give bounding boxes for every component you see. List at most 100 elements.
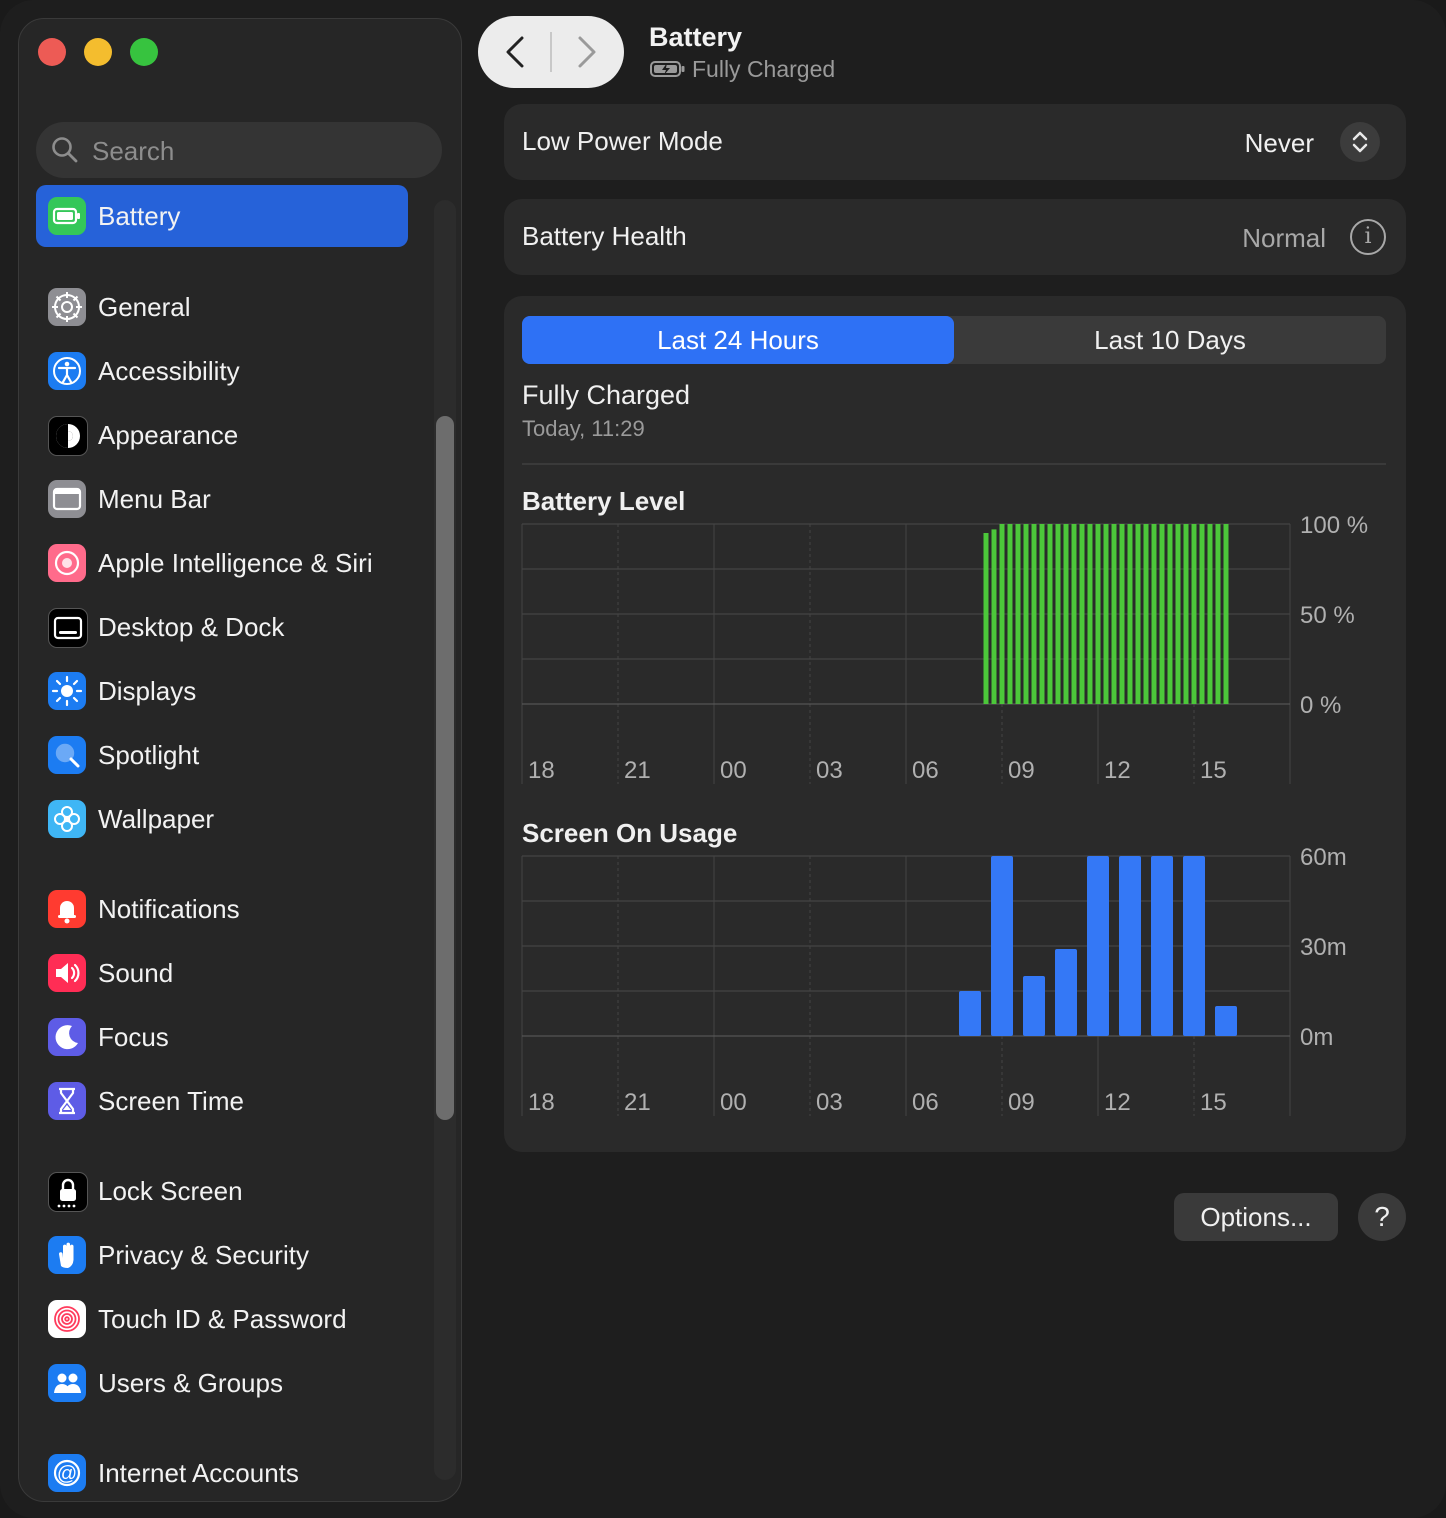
battery-bar <box>1079 524 1085 704</box>
usage-bar <box>991 856 1013 1036</box>
y-tick-label: 60m <box>1300 848 1347 871</box>
battery-bar <box>1111 524 1117 704</box>
battery-health-label: Battery Health <box>522 221 687 251</box>
gear-icon <box>48 288 86 326</box>
usage-bar <box>1119 856 1141 1036</box>
y-tick-label: 100 % <box>1300 516 1368 539</box>
speaker-icon <box>48 954 86 992</box>
sidebar-item-label: Screen Time <box>98 1086 244 1116</box>
range-segmented-control: Last 24 Hours Last 10 Days <box>522 316 1386 364</box>
battery-bar <box>1127 524 1133 704</box>
x-tick-label: 18 <box>528 757 555 784</box>
zoom-button[interactable] <box>130 38 158 66</box>
sidebar-item-label: Spotlight <box>98 740 200 770</box>
battery-bar <box>999 524 1005 704</box>
battery-bar <box>1087 524 1093 704</box>
battery-bar <box>1103 524 1109 704</box>
magnifier-icon <box>48 736 86 774</box>
sidebar-item-label: Battery <box>98 201 181 231</box>
low-power-label: Low Power Mode <box>522 126 723 156</box>
sidebar-item-apple-intelligence-siri[interactable]: Apple Intelligence & Siri <box>36 532 408 594</box>
search-placeholder: Search <box>92 136 175 166</box>
battery-level-chart: 100 % 50 % 0 % 18 21 00 03 06 09 12 15 <box>521 516 1368 784</box>
y-tick-label: 0 % <box>1300 692 1341 719</box>
info-button[interactable]: i <box>1350 219 1386 255</box>
tab-last-24-hours[interactable]: Last 24 Hours <box>522 316 954 364</box>
sidebar-item-sound[interactable]: Sound <box>36 942 408 1004</box>
x-tick-label: 15 <box>1200 1089 1227 1116</box>
svg-text:@: @ <box>57 1463 77 1485</box>
close-button[interactable] <box>38 38 66 66</box>
sidebar-item-label: Displays <box>98 676 197 706</box>
battery-bar <box>1007 524 1013 704</box>
search-field[interactable]: Search <box>36 122 442 178</box>
help-button[interactable]: ? <box>1358 1193 1406 1241</box>
sidebar-item-users-groups[interactable]: Users & Groups <box>36 1352 408 1414</box>
charge-status-time: Today, 11:29 <box>522 416 645 441</box>
minimize-button[interactable] <box>84 38 112 66</box>
flower-icon <box>48 800 86 838</box>
forward-button[interactable] <box>552 16 624 88</box>
usage-bar <box>1151 856 1173 1036</box>
options-button[interactable]: Options... <box>1174 1193 1338 1241</box>
battery-bar <box>1095 524 1101 704</box>
chevron-left-icon <box>506 36 524 68</box>
moon-icon <box>48 1018 86 1056</box>
sun-icon <box>48 672 86 710</box>
battery-health-card: Battery Health Normal i <box>504 199 1406 275</box>
sidebar-item-privacy-security[interactable]: Privacy & Security <box>36 1224 408 1286</box>
battery-health-value: Normal <box>1242 223 1326 253</box>
charge-status: Fully Charged <box>522 380 691 410</box>
x-tick-label: 03 <box>816 757 843 784</box>
up-down-chevron-icon <box>1352 131 1368 153</box>
low-power-value[interactable]: Never <box>1245 128 1314 159</box>
sidebar-item-notifications[interactable]: Notifications <box>36 878 408 940</box>
sidebar-item-focus[interactable]: Focus <box>36 1006 408 1068</box>
chevron-right-icon <box>578 36 596 68</box>
sidebar-item-label: General <box>98 292 191 322</box>
sidebar-item-appearance[interactable]: Appearance <box>36 404 408 466</box>
sidebar-item-lock-screen[interactable]: Lock Screen <box>36 1160 408 1222</box>
battery-bar <box>1159 524 1165 704</box>
menu-bar-icon <box>48 480 86 518</box>
sidebar-item-displays[interactable]: Displays <box>36 660 408 722</box>
hourglass-icon <box>48 1082 86 1120</box>
x-tick-label: 00 <box>720 1089 747 1116</box>
at-icon: @ <box>48 1454 86 1492</box>
sidebar-item-spotlight[interactable]: Spotlight <box>36 724 408 786</box>
low-power-popup[interactable] <box>1340 122 1380 162</box>
battery-bar <box>1175 524 1181 704</box>
battery-bar <box>1223 524 1229 704</box>
battery-bar <box>1151 524 1157 704</box>
low-power-card: Low Power Mode Never <box>504 104 1406 180</box>
usage-bar <box>1023 976 1045 1036</box>
sidebar-item-accessibility[interactable]: Accessibility <box>36 340 408 402</box>
x-tick-label: 15 <box>1200 757 1227 784</box>
sidebar-item-internet-accounts[interactable]: @ Internet Accounts <box>36 1442 408 1504</box>
battery-bar <box>1215 524 1221 704</box>
sidebar-item-desktop-dock[interactable]: Desktop & Dock <box>36 596 408 658</box>
battery-bar <box>1071 524 1077 704</box>
sidebar-scroll-thumb[interactable] <box>436 416 454 1120</box>
battery-charging-icon <box>650 61 685 77</box>
settings-window: Search Battery General Accessibility Appear… <box>0 0 1446 1518</box>
sidebar-item-label: Users & Groups <box>98 1368 283 1398</box>
usage-bar <box>1215 1006 1237 1036</box>
usage-bar <box>1087 856 1109 1036</box>
screen-usage-title: Screen On Usage <box>522 818 738 848</box>
sidebar-item-battery[interactable]: Battery <box>36 185 408 247</box>
sidebar-item-general[interactable]: General <box>36 276 408 338</box>
users-icon <box>48 1364 86 1402</box>
battery-bar <box>1135 524 1141 704</box>
battery-bar <box>1031 524 1037 704</box>
sidebar-item-touch-id-password[interactable]: Touch ID & Password <box>36 1288 408 1350</box>
sidebar-item-wallpaper[interactable]: Wallpaper <box>36 788 408 850</box>
sidebar-item-label: Internet Accounts <box>98 1458 299 1488</box>
sidebar-item-menu-bar[interactable]: Menu Bar <box>36 468 408 530</box>
battery-bar <box>1143 524 1149 704</box>
sidebar-item-screen-time[interactable]: Screen Time <box>36 1070 408 1132</box>
x-tick-label: 09 <box>1008 1089 1035 1116</box>
back-button[interactable] <box>478 16 550 88</box>
sidebar-item-label: Menu Bar <box>98 484 211 514</box>
tab-last-10-days[interactable]: Last 10 Days <box>954 316 1386 364</box>
